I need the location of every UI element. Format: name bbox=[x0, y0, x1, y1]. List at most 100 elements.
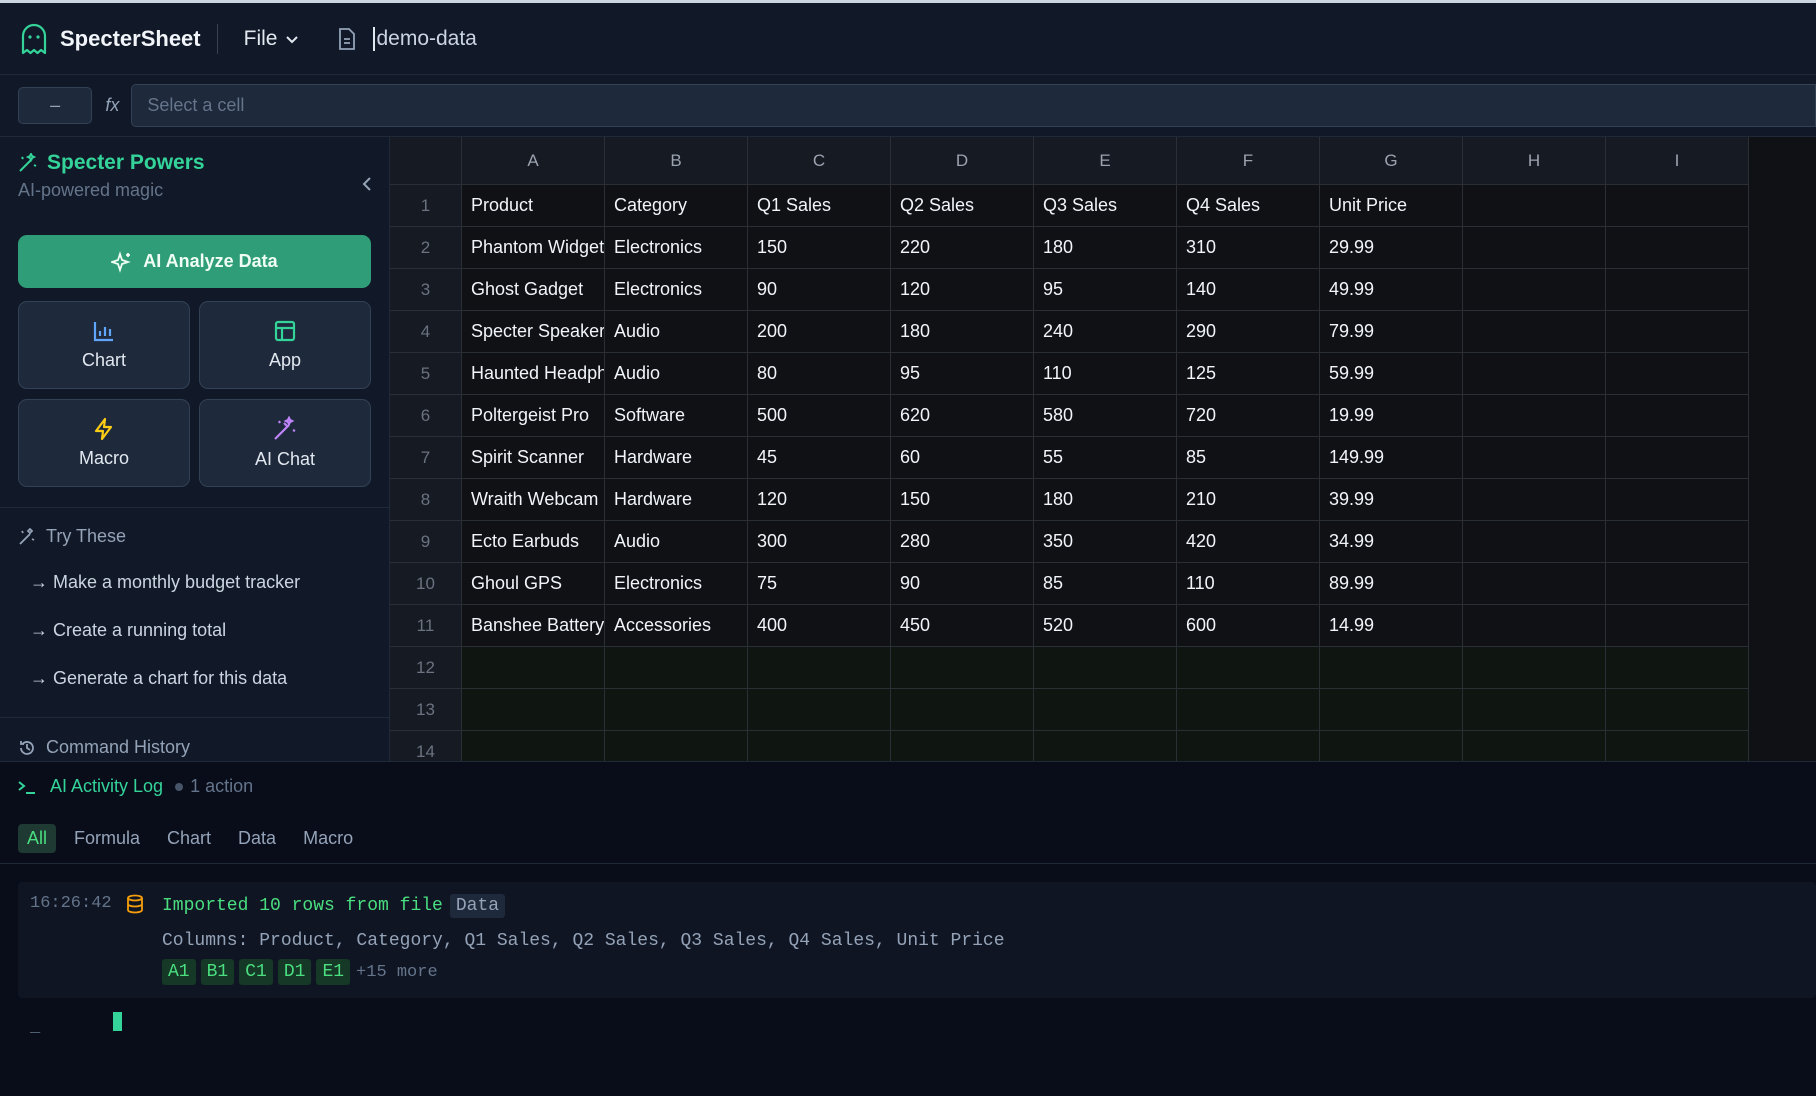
grid-cell[interactable] bbox=[1606, 437, 1749, 479]
grid-cell[interactable]: 90 bbox=[891, 563, 1034, 605]
filter-tab-data[interactable]: Data bbox=[229, 824, 285, 853]
grid-cell[interactable]: 140 bbox=[1177, 269, 1320, 311]
grid-cell[interactable] bbox=[748, 647, 891, 689]
grid-cell[interactable] bbox=[1463, 185, 1606, 227]
row-header[interactable]: 9 bbox=[390, 521, 462, 563]
grid-cell[interactable]: 45 bbox=[748, 437, 891, 479]
grid-cell[interactable]: 200 bbox=[748, 311, 891, 353]
grid-cell[interactable] bbox=[1320, 647, 1463, 689]
grid-cell[interactable]: 89.99 bbox=[1320, 563, 1463, 605]
cell-chip[interactable]: E1 bbox=[316, 959, 351, 985]
grid-cell[interactable]: Software bbox=[605, 395, 748, 437]
grid-cell[interactable] bbox=[1606, 563, 1749, 605]
grid-cell[interactable]: Accessories bbox=[605, 605, 748, 647]
row-header[interactable]: 13 bbox=[390, 689, 462, 731]
grid-cell[interactable]: 350 bbox=[1034, 521, 1177, 563]
row-header[interactable]: 7 bbox=[390, 437, 462, 479]
grid-cell[interactable]: Category bbox=[605, 185, 748, 227]
grid-cell[interactable]: 500 bbox=[748, 395, 891, 437]
grid-cell[interactable]: Audio bbox=[605, 353, 748, 395]
grid-cell[interactable] bbox=[748, 731, 891, 761]
grid-cell[interactable]: 300 bbox=[748, 521, 891, 563]
grid-cell[interactable] bbox=[462, 731, 605, 761]
grid-cell[interactable]: 55 bbox=[1034, 437, 1177, 479]
grid-cell[interactable]: 520 bbox=[1034, 605, 1177, 647]
file-menu[interactable]: File bbox=[244, 27, 300, 51]
row-header[interactable]: 8 bbox=[390, 479, 462, 521]
column-header-f[interactable]: F bbox=[1177, 137, 1320, 185]
filter-tab-formula[interactable]: Formula bbox=[65, 824, 149, 853]
grid-cell[interactable]: 29.99 bbox=[1320, 227, 1463, 269]
grid-cell[interactable]: Specter Speaker bbox=[462, 311, 605, 353]
column-header-d[interactable]: D bbox=[891, 137, 1034, 185]
macro-tool-button[interactable]: Macro bbox=[18, 399, 190, 487]
grid-cell[interactable]: 450 bbox=[891, 605, 1034, 647]
grid-cell[interactable]: 149.99 bbox=[1320, 437, 1463, 479]
column-header-c[interactable]: C bbox=[748, 137, 891, 185]
grid-cell[interactable]: Audio bbox=[605, 311, 748, 353]
grid-cell[interactable]: 150 bbox=[891, 479, 1034, 521]
chart-tool-button[interactable]: Chart bbox=[18, 301, 190, 389]
grid-cell[interactable] bbox=[1606, 479, 1749, 521]
grid-cell[interactable]: 120 bbox=[891, 269, 1034, 311]
grid-cell[interactable]: 240 bbox=[1034, 311, 1177, 353]
command-input-cursor[interactable] bbox=[113, 1012, 122, 1031]
grid-cell[interactable]: 180 bbox=[1034, 479, 1177, 521]
grid-cell[interactable]: Wraith Webcam bbox=[462, 479, 605, 521]
grid-cell[interactable]: Hardware bbox=[605, 437, 748, 479]
grid-cell[interactable]: Q4 Sales bbox=[1177, 185, 1320, 227]
cell-reference-box[interactable]: – bbox=[18, 87, 93, 124]
grid-cell[interactable] bbox=[1177, 689, 1320, 731]
command-history-header[interactable]: Command History bbox=[18, 737, 190, 758]
grid-cell[interactable]: 59.99 bbox=[1320, 353, 1463, 395]
grid-cell[interactable]: Q3 Sales bbox=[1034, 185, 1177, 227]
grid-cell[interactable]: Unit Price bbox=[1320, 185, 1463, 227]
grid-cell[interactable] bbox=[1463, 479, 1606, 521]
grid-cell[interactable] bbox=[1463, 227, 1606, 269]
grid-cell[interactable]: 150 bbox=[748, 227, 891, 269]
column-header-a[interactable]: A bbox=[462, 137, 605, 185]
grid-cell[interactable] bbox=[605, 731, 748, 761]
grid-cell[interactable] bbox=[891, 647, 1034, 689]
grid-cell[interactable]: Ecto Earbuds bbox=[462, 521, 605, 563]
column-header-g[interactable]: G bbox=[1320, 137, 1463, 185]
grid-cell[interactable]: 220 bbox=[891, 227, 1034, 269]
grid-cell[interactable]: 14.99 bbox=[1320, 605, 1463, 647]
grid-cell[interactable] bbox=[1463, 269, 1606, 311]
grid-cell[interactable] bbox=[1034, 731, 1177, 761]
grid-cell[interactable]: 90 bbox=[748, 269, 891, 311]
grid-cell[interactable]: 95 bbox=[891, 353, 1034, 395]
grid-cell[interactable] bbox=[605, 689, 748, 731]
cell-chip[interactable]: B1 bbox=[200, 959, 235, 985]
suggestion-item[interactable]: → Create a running total bbox=[30, 620, 226, 641]
grid-cell[interactable] bbox=[1463, 605, 1606, 647]
grid-cell[interactable]: 110 bbox=[1034, 353, 1177, 395]
row-header[interactable]: 5 bbox=[390, 353, 462, 395]
grid-cell[interactable] bbox=[1606, 353, 1749, 395]
column-header-e[interactable]: E bbox=[1034, 137, 1177, 185]
grid-cell[interactable]: 79.99 bbox=[1320, 311, 1463, 353]
grid-cell[interactable]: 19.99 bbox=[1320, 395, 1463, 437]
grid-cell[interactable]: 95 bbox=[1034, 269, 1177, 311]
grid-cell[interactable] bbox=[1463, 731, 1606, 761]
filter-tab-chart[interactable]: Chart bbox=[158, 824, 220, 853]
grid-cell[interactable]: Ghoul GPS bbox=[462, 563, 605, 605]
row-header[interactable]: 6 bbox=[390, 395, 462, 437]
grid-cell[interactable] bbox=[891, 731, 1034, 761]
grid-cell[interactable]: 34.99 bbox=[1320, 521, 1463, 563]
suggestion-item[interactable]: → Generate a chart for this data bbox=[30, 668, 287, 689]
grid-cell[interactable] bbox=[462, 689, 605, 731]
grid-cell[interactable]: Q2 Sales bbox=[891, 185, 1034, 227]
grid-cell[interactable]: 60 bbox=[891, 437, 1034, 479]
grid-cell[interactable]: 210 bbox=[1177, 479, 1320, 521]
grid-cell[interactable] bbox=[1463, 353, 1606, 395]
grid-cell[interactable] bbox=[748, 689, 891, 731]
grid-cell[interactable]: 85 bbox=[1034, 563, 1177, 605]
grid-cell[interactable]: 75 bbox=[748, 563, 891, 605]
grid-cell[interactable] bbox=[605, 647, 748, 689]
row-header[interactable]: 4 bbox=[390, 311, 462, 353]
grid-cell[interactable]: Phantom Widget bbox=[462, 227, 605, 269]
column-header-h[interactable]: H bbox=[1463, 137, 1606, 185]
grid-cell[interactable]: 580 bbox=[1034, 395, 1177, 437]
formula-input[interactable] bbox=[131, 84, 1816, 127]
